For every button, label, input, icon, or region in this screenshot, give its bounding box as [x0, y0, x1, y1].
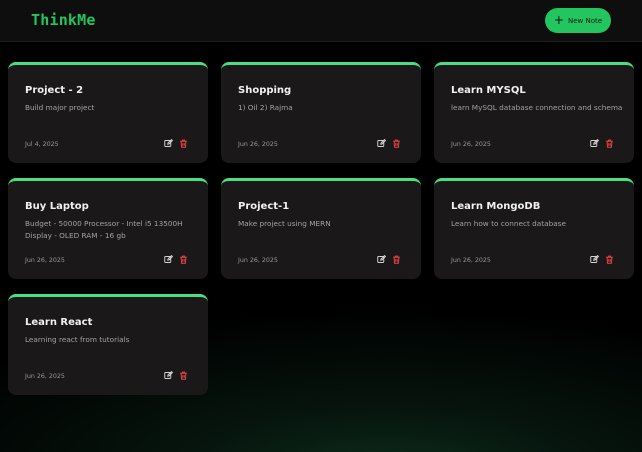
note-title: Project - 2 — [25, 85, 84, 96]
note-title: Learn MongoDB — [451, 201, 541, 212]
note-date: Jun 26, 2025 — [238, 141, 278, 148]
note-date: Jun 26, 2025 — [451, 257, 491, 264]
note-date: Jun 26, 2025 — [238, 257, 278, 264]
edit-icon[interactable] — [163, 138, 173, 148]
note-date: Jun 26, 2025 — [25, 257, 65, 264]
note-title: Learn React — [25, 317, 93, 328]
note-card[interactable]: Learn React Learning react from tutorial… — [8, 294, 208, 395]
trash-icon[interactable] — [391, 254, 401, 264]
note-title: Learn MYSQL — [451, 85, 526, 96]
note-title: Shopping — [238, 85, 292, 96]
new-note-label: New Note — [567, 16, 603, 25]
note-card[interactable]: Shopping 1) Oil 2) Rajma Jun 26, 2025 — [221, 62, 421, 163]
trash-icon[interactable] — [391, 138, 401, 148]
app-logo[interactable]: ThinkMe — [31, 11, 96, 29]
edit-icon[interactable] — [589, 254, 599, 264]
new-note-button[interactable]: + New Note — [545, 8, 611, 33]
note-date: Jun 26, 2025 — [451, 141, 491, 148]
plus-icon: + — [553, 13, 564, 27]
note-card[interactable]: Project - 2 Build major project Jul 4, 2… — [8, 62, 208, 163]
edit-icon[interactable] — [376, 254, 386, 264]
trash-icon[interactable] — [178, 254, 188, 264]
note-card[interactable]: Learn MongoDB Learn how to connect datab… — [434, 178, 634, 279]
trash-icon[interactable] — [178, 138, 188, 148]
note-date: Jul 4, 2025 — [25, 141, 59, 148]
trash-icon[interactable] — [604, 254, 614, 264]
note-description: 1) Oil 2) Rajma — [238, 103, 293, 112]
app-header: ThinkMe + New Note — [0, 0, 642, 42]
note-date: Jun 26, 2025 — [25, 373, 65, 380]
note-card[interactable]: Learn MYSQL learn MySQL database connect… — [434, 62, 634, 163]
note-title: Buy Laptop — [25, 201, 89, 212]
edit-icon[interactable] — [163, 254, 173, 264]
note-card[interactable]: Buy Laptop Budget - 50000 Processor - In… — [8, 178, 208, 279]
note-description: Learn how to connect database — [451, 219, 566, 228]
edit-icon[interactable] — [376, 138, 386, 148]
trash-icon[interactable] — [178, 370, 188, 380]
edit-icon[interactable] — [163, 370, 173, 380]
note-card[interactable]: Project-1 Make project using MERN Jun 26… — [221, 178, 421, 279]
edit-icon[interactable] — [589, 138, 599, 148]
note-description: Learning react from tutorials — [25, 335, 130, 344]
note-description: Budget - 50000 Processor - Intel i5 1350… — [25, 219, 183, 240]
note-description: Make project using MERN — [238, 219, 331, 228]
note-description: Build major project — [25, 103, 95, 112]
note-title: Project-1 — [238, 201, 290, 212]
note-description: learn MySQL database connection and sche… — [451, 103, 623, 112]
trash-icon[interactable] — [604, 138, 614, 148]
